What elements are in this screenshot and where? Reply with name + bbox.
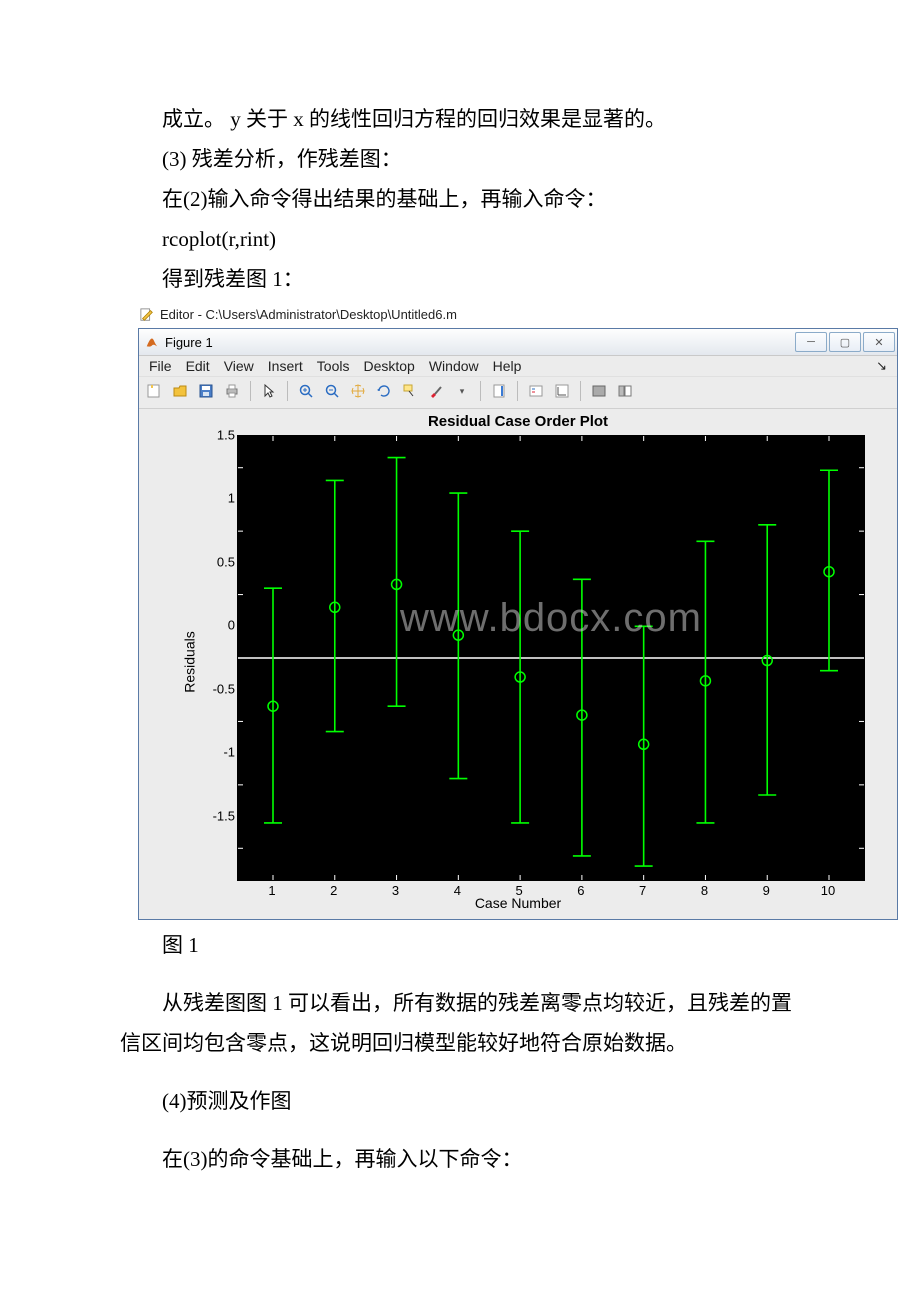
menu-help[interactable]: Help xyxy=(493,358,522,374)
residual-plot: Residual Case Order Plot Residuals 1.5 1… xyxy=(145,411,891,913)
print-icon[interactable] xyxy=(221,380,243,402)
y-tick: -1.5 xyxy=(195,809,235,824)
menu-file[interactable]: File xyxy=(149,358,172,374)
menu-window[interactable]: Window xyxy=(429,358,479,374)
link-icon[interactable]: ▾ xyxy=(451,380,473,402)
menubar-kebab-icon[interactable]: ↘ xyxy=(876,358,887,374)
paragraph: 从残差图图 1 可以看出，所有数据的残差离零点均较近，且残差的置信区间均包含零点… xyxy=(120,984,800,1064)
code-line: rcoplot(r,rint) xyxy=(120,220,800,260)
zoom-in-icon[interactable] xyxy=(295,380,317,402)
figure-menubar: File Edit View Insert Tools Desktop Wind… xyxy=(139,356,897,376)
figure-titlebar: Figure 1 ─ ▢ ✕ xyxy=(139,329,897,356)
zoom-out-icon[interactable] xyxy=(321,380,343,402)
paragraph: 在(3)的命令基础上，再输入以下命令： xyxy=(120,1140,800,1180)
menu-tools[interactable]: Tools xyxy=(317,358,350,374)
save-icon[interactable] xyxy=(195,380,217,402)
open-icon[interactable] xyxy=(169,380,191,402)
pencil-icon xyxy=(140,308,154,322)
figure-screenshot: Editor - C:\Users\Administrator\Desktop\… xyxy=(138,305,898,920)
new-figure-icon[interactable] xyxy=(143,380,165,402)
menu-view[interactable]: View xyxy=(224,358,254,374)
brush-icon[interactable] xyxy=(425,380,447,402)
paragraph: 成立。 y 关于 x 的线性回归方程的回归效果是显著的。 xyxy=(120,100,800,140)
x-axis-label: Case Number xyxy=(145,895,891,911)
y-tick: 1.5 xyxy=(195,428,235,443)
datacursor-icon[interactable] xyxy=(399,380,421,402)
figure-window: Figure 1 ─ ▢ ✕ File Edit View Insert Too… xyxy=(138,328,898,920)
menu-insert[interactable]: Insert xyxy=(268,358,303,374)
matlab-icon xyxy=(145,335,159,349)
figure-title-text: Figure 1 xyxy=(165,335,213,350)
paragraph: 得到残差图 1： xyxy=(120,260,800,300)
y-tick: 1 xyxy=(195,491,235,506)
colorbar-icon[interactable] xyxy=(488,380,510,402)
figure-caption: 图 1 xyxy=(120,926,800,966)
plot-svg xyxy=(238,436,864,880)
menu-edit[interactable]: Edit xyxy=(186,358,210,374)
axes-icon[interactable] xyxy=(551,380,573,402)
paragraph: (4)预测及作图 xyxy=(120,1082,800,1122)
pointer-icon[interactable] xyxy=(258,380,280,402)
y-tick: -0.5 xyxy=(195,682,235,697)
show-plot-tools-icon[interactable] xyxy=(614,380,636,402)
y-tick: 0.5 xyxy=(195,555,235,570)
y-tick: 0 xyxy=(195,618,235,633)
editor-titlebar: Editor - C:\Users\Administrator\Desktop\… xyxy=(138,305,898,328)
hide-plot-tools-icon[interactable] xyxy=(588,380,610,402)
y-tick: -1 xyxy=(195,745,235,760)
paragraph: 在(2)输入命令得出结果的基础上，再输入命令： xyxy=(120,180,800,220)
legend-icon[interactable] xyxy=(525,380,547,402)
maximize-button[interactable]: ▢ xyxy=(829,332,861,352)
close-button[interactable]: ✕ xyxy=(863,332,895,352)
menu-desktop[interactable]: Desktop xyxy=(363,358,414,374)
pan-icon[interactable] xyxy=(347,380,369,402)
plot-title: Residual Case Order Plot xyxy=(145,413,891,430)
rotate-icon[interactable] xyxy=(373,380,395,402)
editor-title-text: Editor - C:\Users\Administrator\Desktop\… xyxy=(160,307,457,322)
minimize-button[interactable]: ─ xyxy=(795,332,827,352)
plot-axes: www.bdocx.com xyxy=(237,435,865,881)
figure-toolbar: ▾ xyxy=(139,376,897,409)
paragraph: (3) 残差分析，作残差图： xyxy=(120,140,800,180)
